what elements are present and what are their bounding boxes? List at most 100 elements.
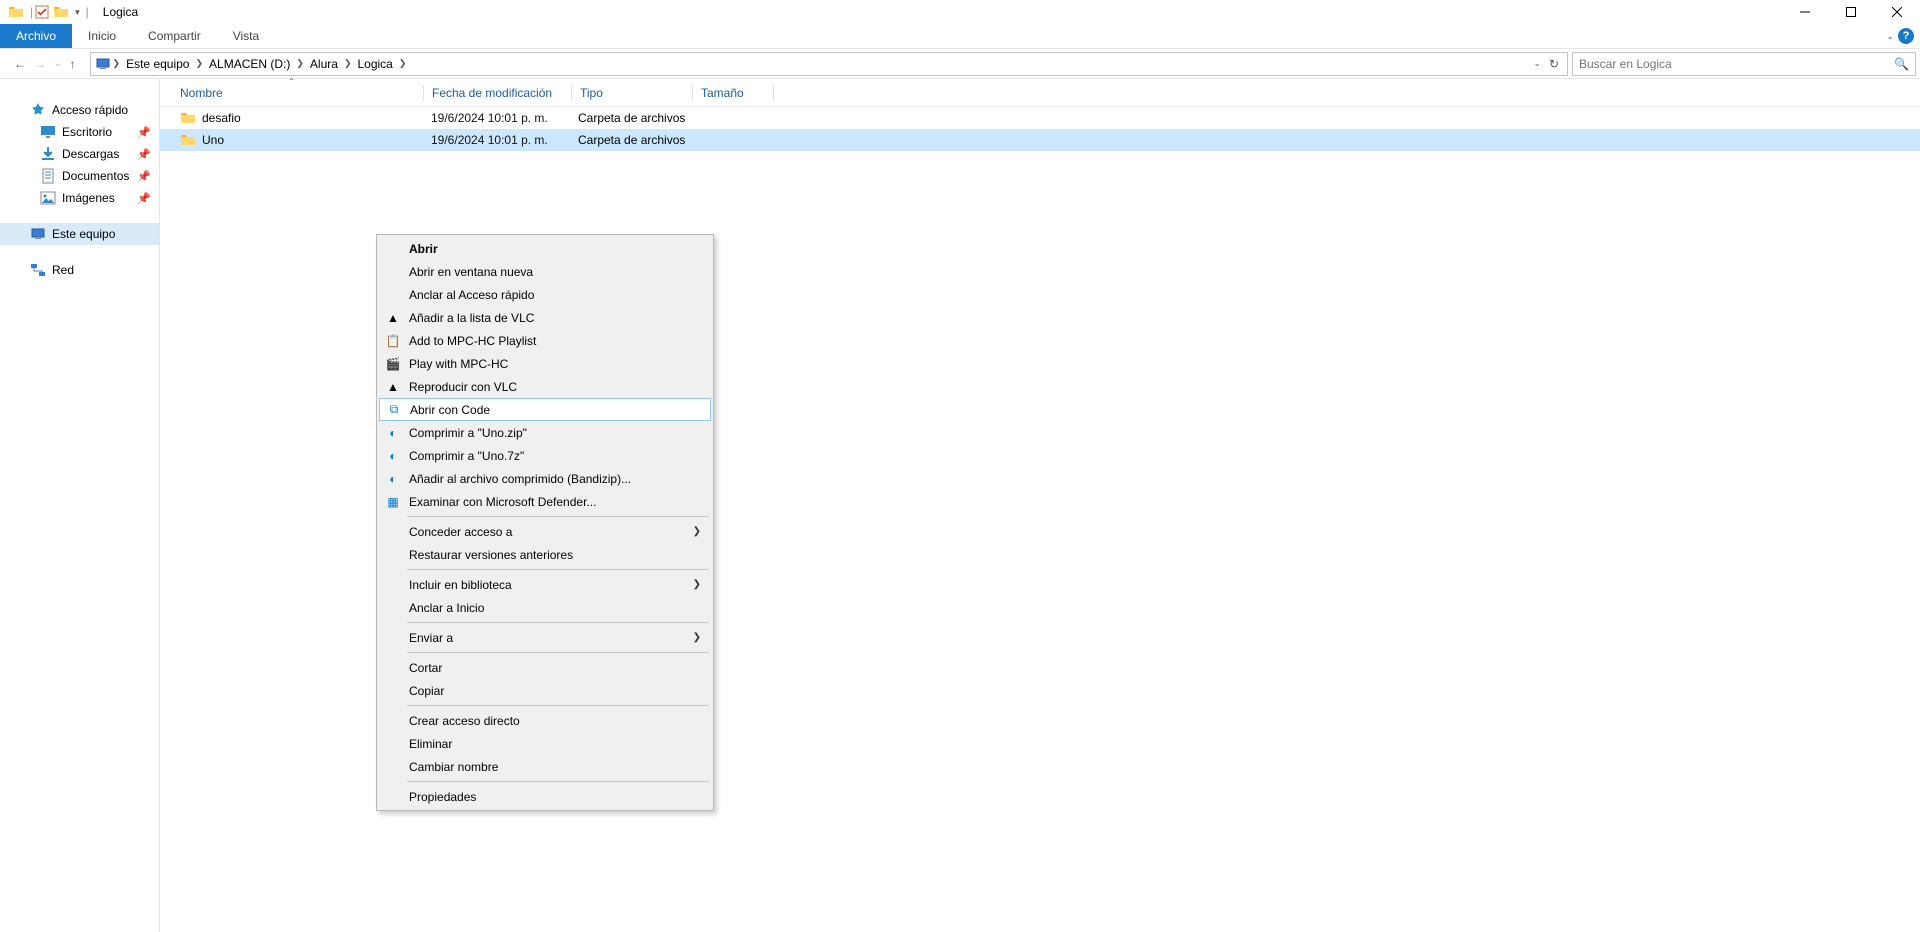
ctx-mpc-add[interactable]: 📋Add to MPC-HC Playlist <box>379 329 711 352</box>
sidebar-item-downloads[interactable]: Descargas 📌 <box>0 143 159 165</box>
ribbon-collapse-icon[interactable]: ⌄ <box>1886 31 1894 42</box>
sidebar-item-label: Acceso rápido <box>52 103 128 117</box>
ctx-label: Incluir en biblioteca <box>409 578 512 592</box>
folder-icon <box>8 4 24 20</box>
ctx-mpc-play[interactable]: 🎬Play with MPC-HC <box>379 352 711 375</box>
close-button[interactable] <box>1874 0 1920 24</box>
chevron-right-icon[interactable]: ❯ <box>397 58 409 69</box>
address-bar[interactable]: ❯ Este equipo ❯ ALMACEN (D:) ❯ Alura ❯ L… <box>90 52 1568 76</box>
picture-icon <box>40 190 56 206</box>
ctx-label: Eliminar <box>409 737 452 751</box>
tab-home[interactable]: Inicio <box>72 24 132 48</box>
qa-dropdown-icon[interactable]: ▾ <box>75 7 80 18</box>
file-name: Uno <box>202 133 224 147</box>
ctx-pin-quick[interactable]: Anclar al Acceso rápido <box>379 283 711 306</box>
defender-icon: ▦ <box>385 494 401 510</box>
refresh-button[interactable]: ↻ <box>1549 57 1559 71</box>
minimize-button[interactable] <box>1782 0 1828 24</box>
maximize-button[interactable] <box>1828 0 1874 24</box>
file-type: Carpeta de archivos <box>570 133 690 147</box>
pc-icon <box>95 56 111 72</box>
tab-view[interactable]: Vista <box>217 24 275 48</box>
sort-asc-icon: ⌃ <box>288 77 295 86</box>
sidebar-item-documents[interactable]: Documentos 📌 <box>0 165 159 187</box>
ctx-pin-start[interactable]: Anclar a Inicio <box>379 596 711 619</box>
sidebar: Acceso rápido Escritorio 📌 Descargas 📌 D… <box>0 79 160 932</box>
chevron-right-icon[interactable]: ❯ <box>342 58 354 69</box>
search-box[interactable]: 🔍 <box>1572 52 1916 76</box>
col-header-size[interactable]: Tamaño <box>693 79 773 106</box>
back-button[interactable]: ← <box>14 57 26 71</box>
file-date: 19/6/2024 10:01 p. m. <box>423 111 570 125</box>
ctx-vlc-play[interactable]: ▲Reproducir con VLC <box>379 375 711 398</box>
ctx-separator <box>407 622 709 623</box>
ctx-label: Añadir al archivo comprimido (Bandizip).… <box>409 472 631 486</box>
ctx-open[interactable]: Abrir <box>379 237 711 260</box>
col-separator[interactable] <box>773 85 774 101</box>
ctx-properties[interactable]: Propiedades <box>379 785 711 808</box>
crumb-drive[interactable]: ALMACEN (D:) <box>205 57 294 71</box>
forward-button[interactable]: → <box>34 57 46 71</box>
history-dropdown-icon[interactable]: ⌄ <box>54 58 62 69</box>
chevron-right-icon: ❯ <box>693 632 701 643</box>
chevron-right-icon[interactable]: ❯ <box>294 58 306 69</box>
ctx-compress-bandizip[interactable]: ◐Añadir al archivo comprimido (Bandizip)… <box>379 467 711 490</box>
search-icon[interactable]: 🔍 <box>1894 57 1909 71</box>
tab-share[interactable]: Compartir <box>132 24 217 48</box>
chevron-right-icon[interactable]: ❯ <box>193 58 205 69</box>
ctx-include-library[interactable]: Incluir en biblioteca❯ <box>379 573 711 596</box>
qa-folder-icon[interactable] <box>53 4 69 20</box>
file-type: Carpeta de archivos <box>570 111 690 125</box>
document-icon <box>40 168 56 184</box>
ctx-compress-zip[interactable]: ◐ Comprimir a "Uno.zip" <box>379 421 711 444</box>
ctx-compress-7z[interactable]: ◐Comprimir a "Uno.7z" <box>379 444 711 467</box>
title-bar: | ▾ | Logica <box>0 0 1920 24</box>
ctx-separator <box>407 516 709 517</box>
ctx-rename[interactable]: Cambiar nombre <box>379 755 711 778</box>
ctx-vlc-add[interactable]: ▲Añadir a la lista de VLC <box>379 306 711 329</box>
col-header-name[interactable]: Nombre ⌃ <box>160 79 423 106</box>
sidebar-item-thispc[interactable]: Este equipo <box>0 223 159 245</box>
col-header-date[interactable]: Fecha de modificación <box>424 79 571 106</box>
sidebar-item-desktop[interactable]: Escritorio 📌 <box>0 121 159 143</box>
ctx-send-to[interactable]: Enviar a❯ <box>379 626 711 649</box>
ctx-label: Crear acceso directo <box>409 714 520 728</box>
sidebar-item-pictures[interactable]: Imágenes 📌 <box>0 187 159 209</box>
ctx-create-shortcut[interactable]: Crear acceso directo <box>379 709 711 732</box>
col-header-type[interactable]: Tipo <box>572 79 692 106</box>
ctx-open-code[interactable]: ⧉Abrir con Code <box>379 398 711 421</box>
file-list: Nombre ⌃ Fecha de modificación Tipo Tama… <box>160 79 1920 932</box>
ctx-label: Comprimir a "Uno.zip" <box>409 426 527 440</box>
ctx-delete[interactable]: Eliminar <box>379 732 711 755</box>
ctx-cut[interactable]: Cortar <box>379 656 711 679</box>
ctx-label: Abrir con Code <box>410 403 490 417</box>
file-row[interactable]: desafio 19/6/2024 10:01 p. m. Carpeta de… <box>160 107 1920 129</box>
ctx-label: Add to MPC-HC Playlist <box>409 334 536 348</box>
sidebar-item-label: Este equipo <box>52 227 115 241</box>
up-button[interactable]: ↑ <box>70 57 76 71</box>
chevron-right-icon: ❯ <box>693 526 701 537</box>
search-input[interactable] <box>1579 57 1894 71</box>
ctx-give-access[interactable]: Conceder acceso a ❯ <box>379 520 711 543</box>
tab-file[interactable]: Archivo <box>0 24 72 48</box>
crumb-logica[interactable]: Logica <box>353 57 396 71</box>
checkbox-icon[interactable] <box>35 5 49 19</box>
bandizip-icon: ◐ <box>385 425 401 441</box>
file-row[interactable]: Uno 19/6/2024 10:01 p. m. Carpeta de arc… <box>160 129 1920 151</box>
ctx-open-new-window[interactable]: Abrir en ventana nueva <box>379 260 711 283</box>
context-menu: Abrir Abrir en ventana nueva Anclar al A… <box>376 234 714 811</box>
chevron-right-icon[interactable]: ❯ <box>111 58 123 69</box>
crumb-thispc[interactable]: Este equipo <box>122 57 193 71</box>
address-dropdown-icon[interactable]: ⌄ <box>1533 58 1541 69</box>
ctx-copy[interactable]: Copiar <box>379 679 711 702</box>
crumb-alura[interactable]: Alura <box>306 57 342 71</box>
ctx-defender[interactable]: ▦Examinar con Microsoft Defender... <box>379 490 711 513</box>
ctx-label: Conceder acceso a <box>409 525 512 539</box>
sidebar-quick-access[interactable]: Acceso rápido <box>0 99 159 121</box>
desktop-icon <box>40 124 56 140</box>
sidebar-item-network[interactable]: Red <box>0 259 159 281</box>
ctx-separator <box>407 705 709 706</box>
help-icon[interactable]: ? <box>1898 28 1914 44</box>
ctx-restore-versions[interactable]: Restaurar versiones anteriores <box>379 543 711 566</box>
ribbon: Archivo Inicio Compartir Vista ⌄ ? <box>0 24 1920 49</box>
